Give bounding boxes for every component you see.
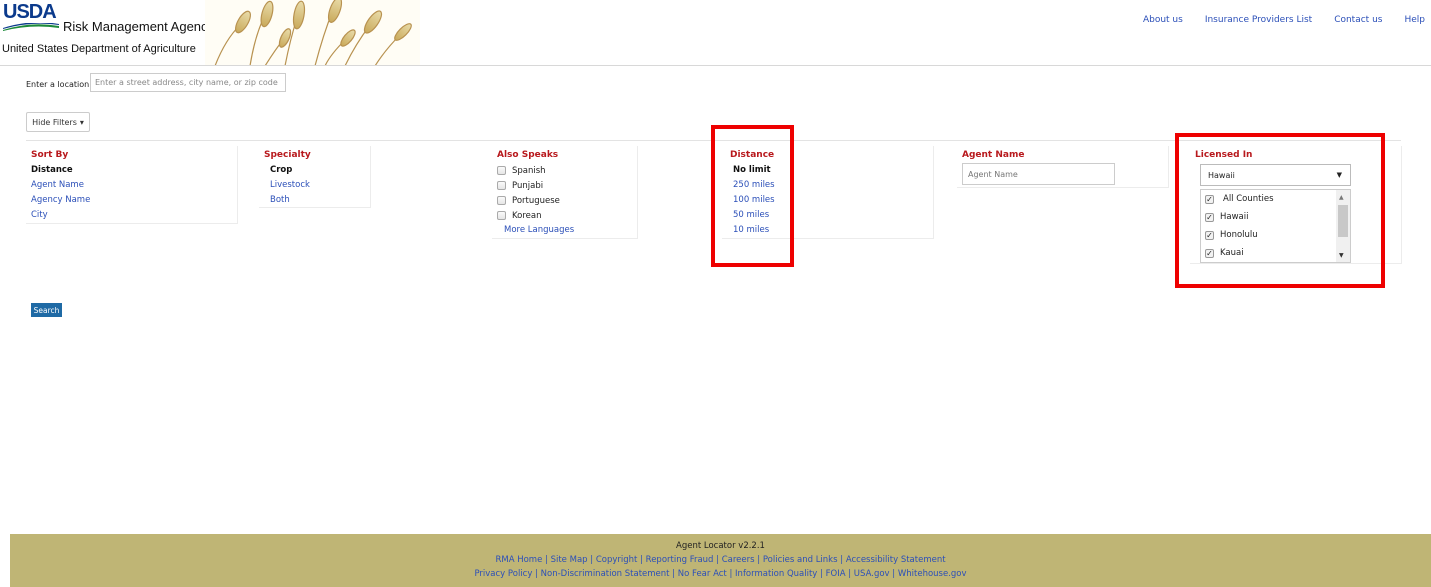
footer-link-site-map[interactable]: Site Map <box>551 555 588 565</box>
footer-link-non-discrimination[interactable]: Non-Discrimination Statement <box>541 569 670 579</box>
also-speaks-filter: Also Speaks Spanish Punjabi Portuguese K… <box>497 150 574 238</box>
sort-option-agent-name[interactable]: Agent Name <box>31 178 90 193</box>
specialty-title: Specialty <box>264 150 311 160</box>
location-input[interactable] <box>90 73 286 92</box>
language-label: Punjabi <box>512 180 544 191</box>
nav-help[interactable]: Help <box>1404 15 1425 25</box>
language-checkbox[interactable] <box>497 211 506 220</box>
language-checkbox[interactable] <box>497 196 506 205</box>
search-button[interactable]: Search <box>31 303 62 317</box>
footer-link-no-fear-act[interactable]: No Fear Act <box>678 569 727 579</box>
footer-link-rma-home[interactable]: RMA Home <box>495 555 542 565</box>
footer-link-privacy-policy[interactable]: Privacy Policy <box>474 569 532 579</box>
sort-by-title: Sort By <box>31 150 69 160</box>
nav-about-us[interactable]: About us <box>1143 15 1183 25</box>
footer-link-usa-gov[interactable]: USA.gov <box>854 569 890 579</box>
also-speaks-title: Also Speaks <box>497 150 559 160</box>
footer-link-reporting-fraud[interactable]: Reporting Fraud <box>646 555 714 565</box>
agency-name: Risk Management Agency <box>63 19 215 34</box>
language-checkbox[interactable] <box>497 166 506 175</box>
department-name: United States Department of Agriculture <box>2 43 196 55</box>
hide-filters-label: Hide Filters <box>32 117 77 127</box>
footer-link-whitehouse-gov[interactable]: Whitehouse.gov <box>898 569 967 579</box>
top-nav: About us Insurance Providers List Contac… <box>1143 15 1425 25</box>
footer-link-careers[interactable]: Careers <box>722 555 755 565</box>
footer-link-copyright[interactable]: Copyright <box>596 555 638 565</box>
sort-option-city[interactable]: City <box>31 208 90 223</box>
specialty-option-livestock[interactable]: Livestock <box>264 178 311 193</box>
location-label: Enter a location <box>26 80 90 89</box>
specialty-option-both[interactable]: Both <box>264 193 311 208</box>
page-footer: Agent Locator v2.2.1 RMA Home | Site Map… <box>10 534 1431 587</box>
usda-logo[interactable]: USDA Risk Management Agency United State… <box>0 0 420 65</box>
hide-filters-button[interactable]: Hide Filters ▾ <box>26 112 90 132</box>
usda-wordmark: USDA <box>3 1 57 23</box>
caret-down-icon: ▾ <box>79 117 84 127</box>
language-label: Korean <box>512 210 542 221</box>
distance-highlight-box <box>711 125 794 267</box>
page-header: USDA Risk Management Agency United State… <box>0 0 1431 66</box>
language-label: Spanish <box>512 165 546 176</box>
specialty-option-selected[interactable]: Crop <box>264 163 311 178</box>
footer-links-row-1: RMA Home | Site Map | Copyright | Report… <box>495 555 946 565</box>
footer-link-information-quality[interactable]: Information Quality <box>735 569 817 579</box>
language-checkbox[interactable] <box>497 181 506 190</box>
sort-option-selected[interactable]: Distance <box>31 163 90 178</box>
wheat-banner-icon <box>205 0 420 65</box>
more-languages-link[interactable]: More Languages <box>497 223 574 238</box>
language-option[interactable]: Korean <box>497 208 574 223</box>
nav-contact-us[interactable]: Contact us <box>1334 15 1382 25</box>
agent-name-title: Agent Name <box>962 150 1025 160</box>
agent-name-filter: Agent Name <box>962 150 1115 185</box>
footer-link-accessibility-statement[interactable]: Accessibility Statement <box>846 555 946 565</box>
language-label: Portuguese <box>512 195 560 206</box>
footer-link-policies-and-links[interactable]: Policies and Links <box>763 555 838 565</box>
nav-insurance-providers-list[interactable]: Insurance Providers List <box>1205 15 1312 25</box>
footer-link-foia[interactable]: FOIA <box>826 569 846 579</box>
language-option[interactable]: Punjabi <box>497 178 574 193</box>
sort-by-filter: Sort By Distance Agent Name Agency Name … <box>31 150 90 223</box>
footer-links-row-2: Privacy Policy | Non-Discrimination Stat… <box>474 569 967 579</box>
app-version: Agent Locator v2.2.1 <box>676 541 765 551</box>
language-option[interactable]: Portuguese <box>497 193 574 208</box>
usda-swoosh-icon <box>3 23 59 31</box>
specialty-filter: Specialty Crop Livestock Both <box>264 150 311 208</box>
licensed-in-highlight-box <box>1175 133 1385 288</box>
language-option[interactable]: Spanish <box>497 163 574 178</box>
agent-name-input[interactable] <box>962 163 1115 185</box>
sort-option-agency-name[interactable]: Agency Name <box>31 193 90 208</box>
